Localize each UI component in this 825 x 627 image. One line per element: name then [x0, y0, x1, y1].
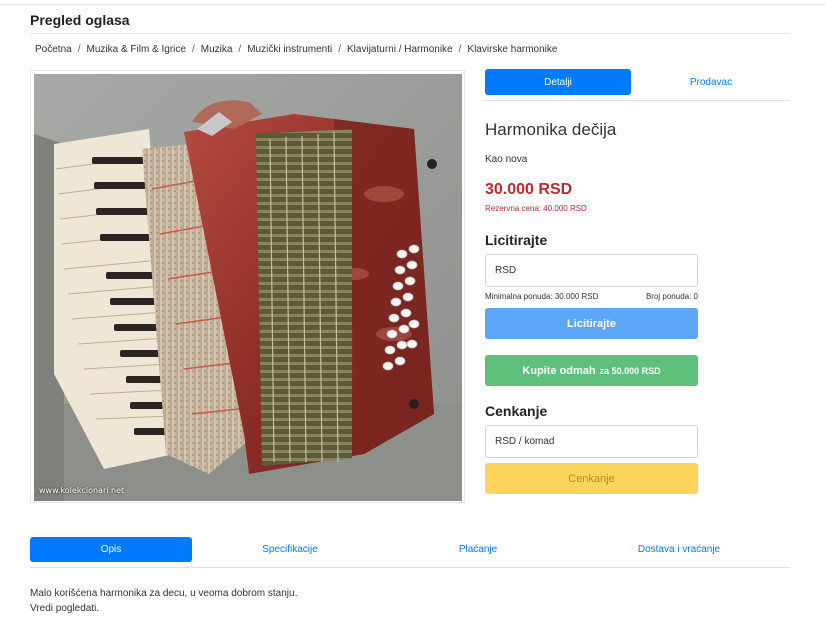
bid-count-text: Broj ponuda: 0 [645, 292, 698, 301]
haggle-button[interactable]: Cenkanje [485, 463, 698, 494]
title-divider [30, 33, 790, 34]
photo-watermark: www.kolekcionari.net [39, 486, 125, 495]
breadcrumb-separator: / [238, 44, 242, 55]
buy-now-button[interactable]: Kupite odmah za 50.000 RSD [485, 355, 698, 386]
product-title: Harmonika dečija [485, 120, 617, 139]
product-photo-frame: www.kolekcionari.net [30, 70, 465, 503]
breadcrumb-music[interactable]: Muzika [201, 44, 233, 55]
breadcrumb-separator: / [338, 44, 342, 55]
info-tabs: Opis Specifikacije Plaćanje Dostava i vr… [30, 537, 790, 568]
bid-button[interactable]: Licitirajte [485, 308, 698, 339]
description-line: Vredi pogledati. [30, 603, 100, 614]
tab-description[interactable]: Opis [30, 537, 192, 562]
bid-info-row: Minimalna ponuda: 30.000 RSD Broj ponuda… [485, 292, 698, 301]
breadcrumb-separator: / [458, 44, 462, 55]
breadcrumb: Početna / Muzika & Film & Igrice / Muzika /… [35, 44, 557, 55]
reserve-price: Rezervna cena: 40.000 RSD [485, 204, 587, 213]
breadcrumb-music-film-games[interactable]: Muzika & Film & Igrice [86, 44, 185, 55]
product-condition: Kao nova [485, 154, 528, 165]
haggle-heading: Cenkanje [485, 403, 548, 419]
detail-tabs: Detalji Prodavac [485, 69, 790, 101]
top-divider [0, 4, 825, 5]
haggle-amount-input[interactable]: RSD / komad [485, 425, 698, 458]
tab-shipping-returns[interactable]: Dostava i vraćanje [598, 537, 760, 562]
buy-now-price: za 50.000 RSD [599, 365, 661, 376]
breadcrumb-separator: / [77, 44, 81, 55]
breadcrumb-home[interactable]: Početna [35, 44, 72, 55]
breadcrumb-piano-accordions: Klavirske harmonike [467, 44, 558, 55]
tab-seller[interactable]: Prodavac [635, 69, 787, 95]
bid-amount-input[interactable]: RSD [485, 254, 698, 287]
description-line: Malo korišćena harmonika za decu, u veom… [30, 588, 298, 599]
tab-specifications[interactable]: Specifikacije [210, 537, 370, 562]
tab-payment[interactable]: Plaćanje [400, 537, 556, 562]
page-title: Pregled oglasa [30, 12, 130, 28]
minimum-bid-text: Minimalna ponuda: 30.000 RSD [485, 292, 599, 301]
product-price: 30.000 RSD [485, 181, 573, 198]
breadcrumb-keyboards-accordions[interactable]: Klavijaturni / Harmonike [347, 44, 453, 55]
breadcrumb-instruments[interactable]: Muzički instrumenti [247, 44, 332, 55]
product-photo[interactable]: www.kolekcionari.net [34, 74, 462, 501]
buy-now-label: Kupite odmah [522, 364, 596, 377]
breadcrumb-separator: / [191, 44, 195, 55]
product-description: Malo korišćena harmonika za decu, u veom… [30, 586, 297, 616]
tab-details[interactable]: Detalji [485, 69, 631, 95]
bidding-heading: Licitirajte [485, 232, 548, 248]
